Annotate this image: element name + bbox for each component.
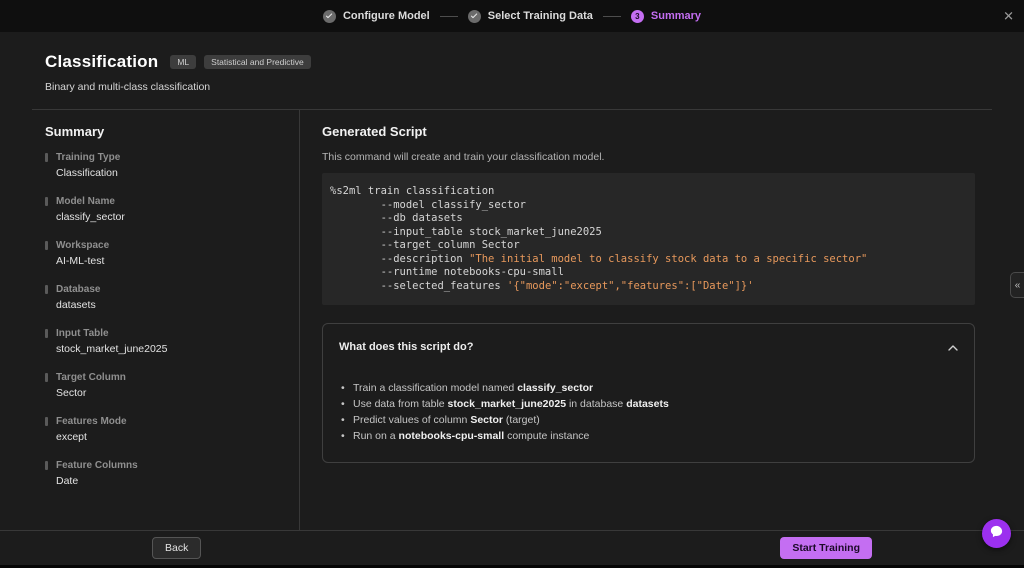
code-line: --target_column Sector	[330, 239, 967, 253]
summary-item-workspace: Workspace AI-ML-test	[45, 240, 279, 267]
step-separator	[440, 16, 458, 17]
summary-item-target-column: Target Column Sector	[45, 372, 279, 399]
item-tick	[45, 461, 48, 470]
chevron-up-icon[interactable]	[948, 338, 958, 356]
summary-item-input-table: Input Table stock_market_june2025	[45, 328, 279, 355]
code-line: --db datasets	[330, 212, 967, 226]
item-label: Model Name	[56, 196, 115, 207]
generated-script-description: This command will create and train your …	[322, 151, 975, 163]
page-header: Classification ML Statistical and Predic…	[0, 32, 1024, 93]
accordion-title: What does this script do?	[339, 341, 473, 353]
summary-item-database: Database datasets	[45, 284, 279, 311]
step-configure-model[interactable]: Configure Model	[323, 10, 430, 23]
item-tick	[45, 373, 48, 382]
step-number-badge: 3	[631, 10, 644, 23]
summary-item-feature-columns: Feature Columns Date	[45, 460, 279, 487]
wizard-footer: Back Start Training	[0, 530, 1024, 565]
explainer-bullet: Predict values of column Sector (target)	[339, 412, 958, 428]
item-value: classify_sector	[56, 211, 279, 223]
summary-panel: Summary Training Type Classification Mod…	[0, 110, 300, 530]
code-line: --description "The initial model to clas…	[330, 253, 967, 267]
item-tick	[45, 285, 48, 294]
item-tick	[45, 241, 48, 250]
category-badge: Statistical and Predictive	[204, 55, 311, 69]
item-label: Input Table	[56, 328, 109, 339]
code-line: %s2ml train classification	[330, 185, 967, 199]
item-label: Feature Columns	[56, 460, 138, 471]
collapse-panel-handle[interactable]: «	[1010, 272, 1024, 298]
start-training-button[interactable]: Start Training	[780, 537, 872, 559]
item-value: datasets	[56, 299, 279, 311]
code-line: --runtime notebooks-cpu-small	[330, 266, 967, 280]
step-label: Configure Model	[343, 10, 430, 22]
item-value: stock_market_june2025	[56, 343, 279, 355]
step-check-icon	[323, 10, 336, 23]
explainer-bullet-list: Train a classification model named class…	[339, 380, 958, 444]
item-value: Classification	[56, 167, 279, 179]
step-separator	[603, 16, 621, 17]
page-subtitle: Binary and multi-class classification	[45, 81, 979, 93]
step-check-icon	[468, 10, 481, 23]
summary-item-features-mode: Features Mode except	[45, 416, 279, 443]
wizard-modal: Classification ML Statistical and Predic…	[0, 32, 1024, 565]
item-value: Date	[56, 475, 279, 487]
page-title: Classification	[45, 52, 158, 72]
summary-item-model-name: Model Name classify_sector	[45, 196, 279, 223]
generated-script-heading: Generated Script	[322, 124, 975, 139]
step-label: Select Training Data	[488, 10, 593, 22]
item-label: Workspace	[56, 240, 109, 251]
explainer-bullet: Train a classification model named class…	[339, 380, 958, 396]
wizard-topbar: Configure Model Select Training Data 3 S…	[0, 0, 1024, 32]
step-summary[interactable]: 3 Summary	[631, 10, 701, 23]
explainer-bullet: Use data from table stock_market_june202…	[339, 396, 958, 412]
item-value: Sector	[56, 387, 279, 399]
summary-item-training-type: Training Type Classification	[45, 152, 279, 179]
summary-list: Training Type Classification Model Name …	[45, 152, 279, 487]
content-columns: Summary Training Type Classification Mod…	[0, 110, 1024, 530]
item-label: Training Type	[56, 152, 120, 163]
item-value: except	[56, 431, 279, 443]
item-value: AI-ML-test	[56, 255, 279, 267]
chat-bubble-icon	[989, 524, 1004, 544]
code-line: --selected_features '{"mode":"except","f…	[330, 280, 967, 294]
stepper: Configure Model Select Training Data 3 S…	[323, 10, 701, 23]
item-label: Target Column	[56, 372, 126, 383]
close-icon[interactable]: ✕	[1003, 10, 1014, 23]
script-code-block: %s2ml train classification --model class…	[322, 173, 975, 305]
item-tick	[45, 197, 48, 206]
item-tick	[45, 153, 48, 162]
explainer-bullet: Run on a notebooks-cpu-small compute ins…	[339, 428, 958, 444]
accordion-header[interactable]: What does this script do?	[339, 338, 958, 356]
code-line: --input_table stock_market_june2025	[330, 226, 967, 240]
generated-script-panel: Generated Script This command will creat…	[300, 110, 1024, 530]
ml-badge: ML	[170, 55, 196, 69]
code-line: --model classify_sector	[330, 199, 967, 213]
summary-heading: Summary	[45, 124, 279, 139]
step-label: Summary	[651, 10, 701, 22]
item-label: Features Mode	[56, 416, 127, 427]
collapse-chevrons-icon: «	[1015, 280, 1021, 291]
chat-fab-button[interactable]	[982, 519, 1011, 548]
back-button[interactable]: Back	[152, 537, 201, 559]
item-tick	[45, 329, 48, 338]
step-select-training-data[interactable]: Select Training Data	[468, 10, 593, 23]
script-explainer-accordion: What does this script do? Train a classi…	[322, 323, 975, 463]
item-tick	[45, 417, 48, 426]
item-label: Database	[56, 284, 100, 295]
